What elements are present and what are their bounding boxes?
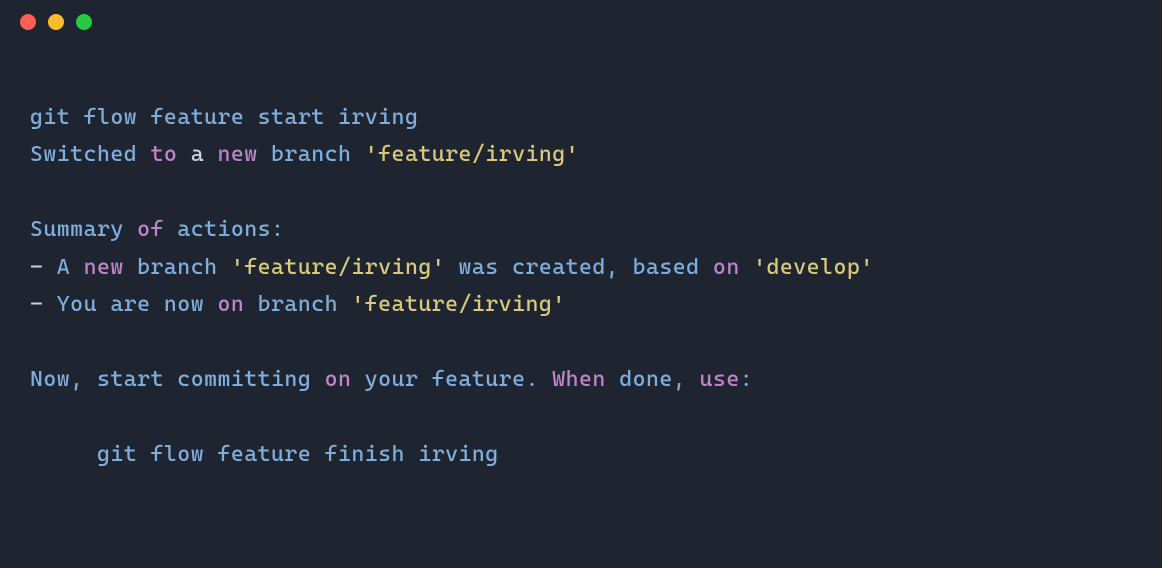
- terminal-segment: You are now: [57, 292, 218, 317]
- titlebar: [0, 0, 1162, 44]
- terminal-segment: [740, 255, 753, 280]
- terminal-segment: on: [217, 292, 244, 317]
- terminal-line: Switched to a new branch 'feature/irving…: [30, 136, 1132, 173]
- close-icon[interactable]: [20, 14, 36, 30]
- terminal-segment: done,: [606, 367, 700, 392]
- terminal-segment: on: [325, 367, 352, 392]
- terminal-segment: use: [700, 367, 740, 392]
- terminal-segment: on: [713, 255, 740, 280]
- terminal-segment: to: [151, 142, 178, 167]
- terminal-segment: -: [30, 255, 57, 280]
- maximize-icon[interactable]: [76, 14, 92, 30]
- terminal-segment: 'feature/irving': [351, 292, 565, 317]
- terminal-segment: git flow feature start irving: [30, 105, 418, 130]
- terminal-segment: :: [740, 367, 753, 392]
- terminal-segment: git flow feature finish irving: [30, 442, 499, 467]
- terminal-line: [30, 323, 1132, 360]
- terminal-segment: Summary: [30, 217, 137, 242]
- terminal-line: - A new branch 'feature/irving' was crea…: [30, 249, 1132, 286]
- minimize-icon[interactable]: [48, 14, 64, 30]
- terminal-segment: When: [552, 367, 606, 392]
- terminal-line: git flow feature finish irving: [30, 436, 1132, 473]
- terminal-segment: branch: [258, 142, 365, 167]
- terminal-window: git flow feature start irving Switched to…: [0, 0, 1162, 568]
- terminal-line: Summary of actions:: [30, 211, 1132, 248]
- terminal-segment: Switched: [30, 142, 151, 167]
- terminal-segment: A: [57, 255, 84, 280]
- terminal-segment: -: [30, 292, 57, 317]
- terminal-segment: a: [177, 142, 217, 167]
- terminal-segment: branch: [124, 255, 231, 280]
- terminal-line: [30, 174, 1132, 211]
- terminal-output: git flow feature start irving Switched to…: [0, 44, 1162, 493]
- terminal-line: [30, 398, 1132, 435]
- terminal-segment: Now, start committing: [30, 367, 325, 392]
- terminal-segment: actions:: [164, 217, 285, 242]
- terminal-segment: 'feature/irving': [365, 142, 579, 167]
- terminal-line: git flow feature start irving: [30, 99, 1132, 136]
- terminal-segment: branch: [244, 292, 351, 317]
- terminal-segment: 'develop': [753, 255, 874, 280]
- terminal-segment: was created, based: [445, 255, 713, 280]
- terminal-segment: your feature.: [351, 367, 552, 392]
- terminal-segment: new: [84, 255, 124, 280]
- terminal-line: Now, start committing on your feature. W…: [30, 361, 1132, 398]
- terminal-line: - You are now on branch 'feature/irving': [30, 286, 1132, 323]
- terminal-segment: new: [217, 142, 257, 167]
- terminal-segment: of: [137, 217, 164, 242]
- terminal-segment: 'feature/irving': [231, 255, 445, 280]
